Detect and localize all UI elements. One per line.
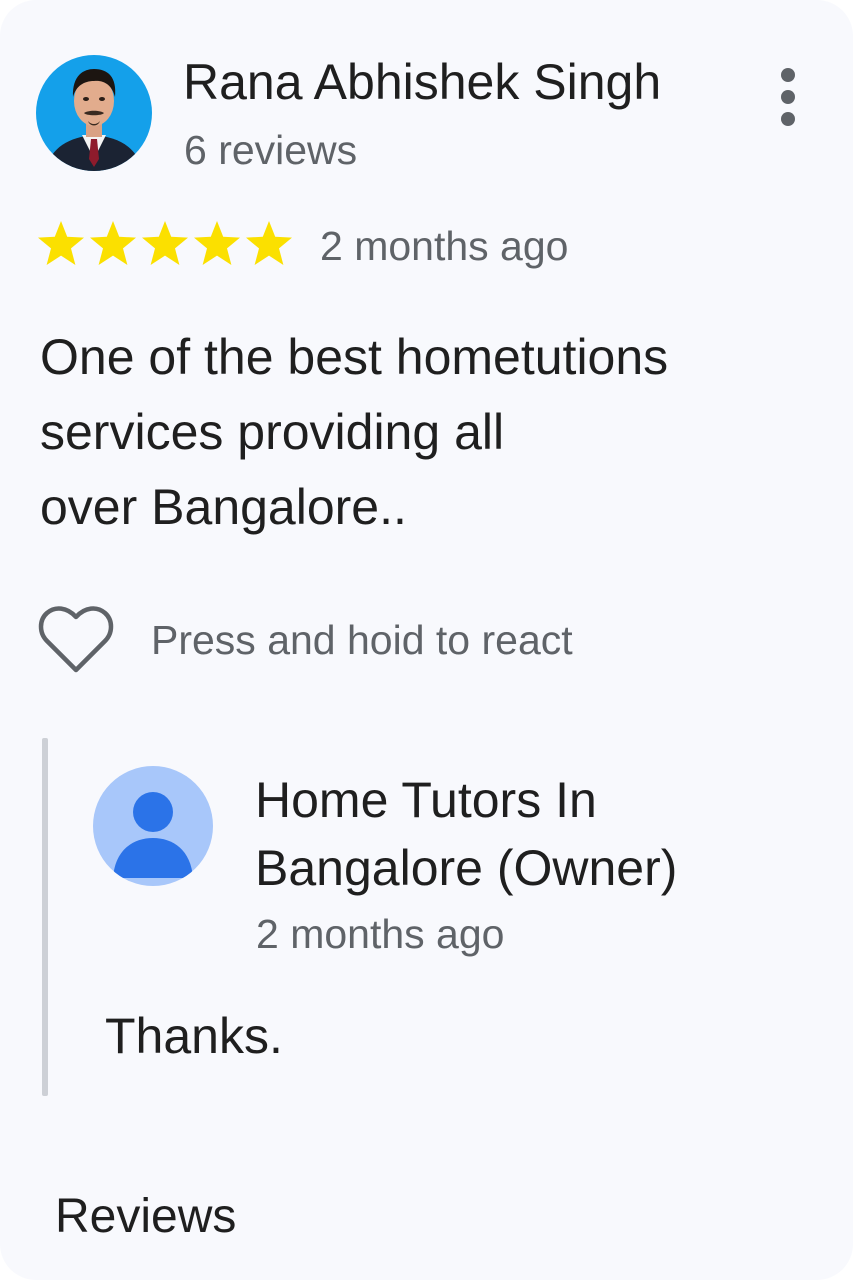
review-time: 2 months ago bbox=[320, 223, 569, 269]
menu-dot bbox=[781, 112, 795, 126]
owner-name-line: Bangalore (Owner) bbox=[255, 840, 678, 896]
reviewer-avatar[interactable] bbox=[36, 55, 152, 171]
reply-divider bbox=[42, 738, 48, 1096]
owner-avatar[interactable] bbox=[93, 766, 213, 886]
star-rating bbox=[35, 219, 295, 267]
review-text: One of the best hometutions services pro… bbox=[40, 320, 800, 545]
more-vert-icon[interactable] bbox=[766, 62, 810, 132]
reviewer-name[interactable]: Rana Abhishek Singh bbox=[183, 52, 661, 112]
owner-reply-time: 2 months ago bbox=[256, 911, 505, 957]
review-text-line: services providing all bbox=[40, 404, 505, 460]
star-icon bbox=[194, 221, 240, 265]
star-icon bbox=[246, 221, 292, 265]
owner-reply-text: Thanks. bbox=[105, 1008, 283, 1064]
review-text-line: One of the best hometutions bbox=[40, 329, 669, 385]
review-text-line: over Bangalore.. bbox=[40, 479, 407, 535]
person-icon bbox=[93, 766, 213, 886]
react-label: Press and hoid to react bbox=[151, 617, 573, 663]
review-card: Rana Abhishek Singh 6 reviews 2 months a… bbox=[0, 0, 853, 1280]
menu-dot bbox=[781, 90, 795, 104]
star-icon bbox=[38, 221, 84, 265]
star-icon bbox=[142, 221, 188, 265]
owner-name[interactable]: Home Tutors In Bangalore (Owner) bbox=[255, 766, 677, 902]
section-title: Reviews bbox=[55, 1190, 237, 1243]
menu-dot bbox=[781, 68, 795, 82]
review-count: 6 reviews bbox=[184, 127, 358, 173]
owner-name-line: Home Tutors In bbox=[255, 772, 597, 828]
profile-photo-icon bbox=[36, 55, 152, 171]
star-icon bbox=[90, 221, 136, 265]
heart-icon[interactable] bbox=[38, 604, 114, 676]
